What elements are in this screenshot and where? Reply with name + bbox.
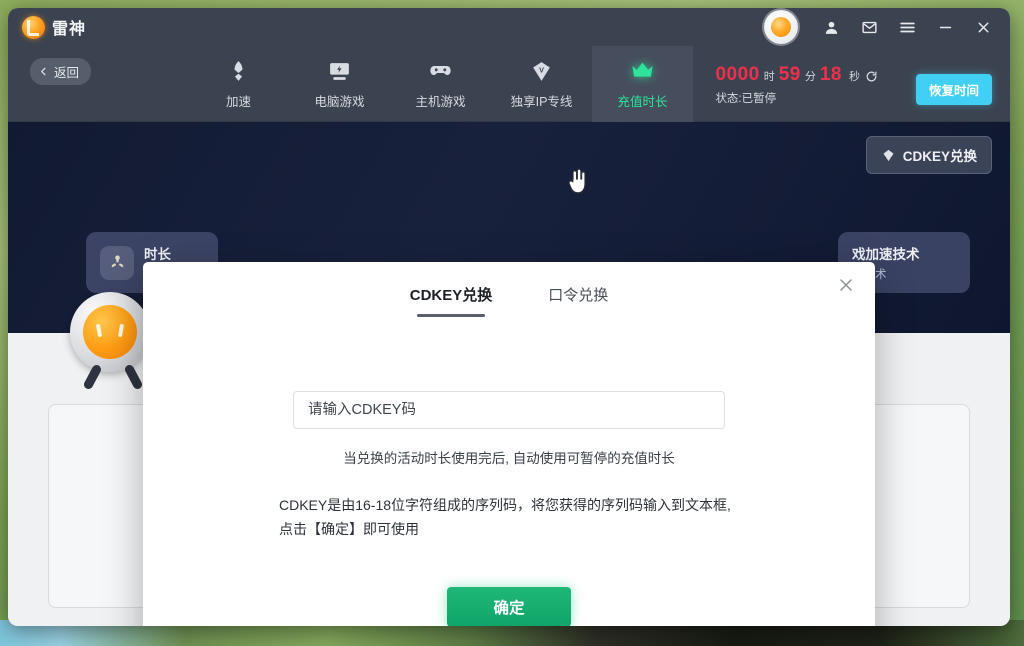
- nav-item-label: 独享IP专线: [510, 94, 573, 109]
- nav-item-console-games[interactable]: 主机游戏: [390, 46, 491, 122]
- ticket-icon: [883, 149, 894, 161]
- nav-item-label: 加速: [225, 94, 251, 109]
- back-button[interactable]: 返回: [30, 58, 92, 85]
- feature-card-title: 戏加速技术: [852, 247, 920, 262]
- timer-seconds: 18: [819, 64, 842, 85]
- minimize-icon[interactable]: [926, 8, 964, 46]
- time-balance-display: 0000 时 59 分 18 秒 状态:已暂停: [715, 64, 878, 106]
- main-navigation: 返回 加速 电脑游戏 主机游戏 V 独享IP专线 充值时长 0000 时 59 …: [8, 45, 1010, 122]
- time-badge-icon: [100, 245, 134, 280]
- avatar-icon: [771, 17, 791, 37]
- nav-item-dedicated-ip[interactable]: V 独享IP专线: [491, 46, 592, 122]
- rocket-icon: [226, 58, 251, 84]
- back-button-label: 返回: [54, 66, 80, 80]
- app-title: 雷神: [52, 21, 87, 38]
- close-icon[interactable]: [964, 8, 1002, 46]
- window-controls: [764, 8, 1010, 46]
- tab-cdkey-redeem[interactable]: CDKEY兑换: [410, 284, 493, 317]
- status-badge: 状态:已暂停: [715, 93, 777, 105]
- time-remaining: 0000 时 59 分 18 秒: [715, 64, 878, 86]
- dialog-tabs: CDKEY兑换 口令兑换: [143, 262, 875, 317]
- mail-icon[interactable]: [850, 8, 888, 46]
- app-window: 雷神 返回 加速 电脑游戏 主机游戏 V 独享IP专线 充值时长 0000 时 …: [8, 8, 1010, 626]
- cdkey-input[interactable]: [293, 391, 725, 429]
- timer-minutes-unit: 分: [804, 71, 816, 83]
- diamond-ip-icon: V: [529, 58, 554, 84]
- timer-minutes: 59: [778, 64, 801, 85]
- close-icon[interactable]: [831, 270, 861, 300]
- chevron-left-icon: [41, 67, 46, 76]
- nav-item-label: 电脑游戏: [314, 94, 365, 109]
- avatar[interactable]: [764, 10, 798, 44]
- resume-time-button[interactable]: 恢复时间: [915, 74, 992, 105]
- feature-card-title: 时长: [144, 247, 171, 262]
- title-bar: 雷神: [8, 8, 1010, 46]
- cdkey-redeem-button[interactable]: CDKEY兑换: [865, 136, 992, 174]
- nav-item-label: 充值时长: [617, 94, 668, 109]
- nav-item-pc-games[interactable]: 电脑游戏: [289, 46, 390, 122]
- dialog-description-line-1: CDKEY是由16-18位字符组成的序列码，将您获得的序列码输入到文本框,: [279, 497, 731, 513]
- dialog-description: CDKEY是由16-18位字符组成的序列码，将您获得的序列码输入到文本框, 点击…: [279, 493, 739, 541]
- brand-logo-icon: [22, 15, 45, 39]
- mascot-face-icon: [83, 305, 137, 359]
- hamburger-menu-icon[interactable]: [888, 8, 926, 46]
- app-logo: 雷神: [22, 15, 86, 39]
- dialog-description-line-2: 点击【确定】即可使用: [279, 521, 419, 537]
- confirm-button[interactable]: 确定: [447, 587, 571, 626]
- cdkey-redeem-dialog: CDKEY兑换 口令兑换 当兑换的活动时长使用完后, 自动使用可暂停的充值时长 …: [143, 262, 875, 626]
- tab-password-redeem[interactable]: 口令兑换: [548, 284, 608, 317]
- refresh-icon[interactable]: [865, 70, 878, 83]
- timer-hours-unit: 时: [763, 71, 775, 83]
- timer-seconds-unit: 秒: [849, 71, 860, 83]
- nav-item-list: 加速 电脑游戏 主机游戏 V 独享IP专线 充值时长: [188, 45, 693, 122]
- gamepad-icon: [427, 58, 454, 84]
- nav-item-label: 主机游戏: [415, 94, 466, 109]
- cdkey-redeem-label: CDKEY兑换: [902, 149, 977, 164]
- monitor-bolt-icon: [327, 58, 352, 84]
- mascot-head-icon: [70, 292, 150, 372]
- timer-hours: 0000: [715, 64, 760, 85]
- svg-text:V: V: [539, 65, 544, 74]
- user-icon[interactable]: [812, 8, 850, 46]
- nav-item-accelerate[interactable]: 加速: [188, 46, 289, 122]
- nav-item-recharge-time[interactable]: 充值时长: [592, 45, 693, 122]
- page-content: CDKEY兑换 时长 电脑 戏加速技术 沿技术: [8, 122, 1010, 626]
- crown-icon: [629, 58, 656, 84]
- dialog-note: 当兑换的活动时长使用完后, 自动使用可暂停的充值时长: [343, 451, 675, 466]
